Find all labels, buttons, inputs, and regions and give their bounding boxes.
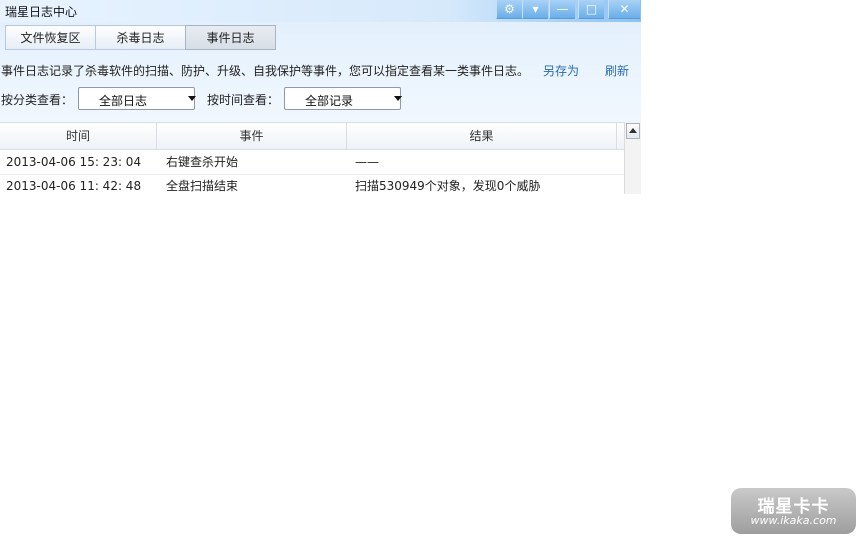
category-select[interactable]: 全部日志 (78, 87, 196, 110)
maximize-icon: □ (585, 2, 598, 16)
save-as-link[interactable]: 另存为 (543, 62, 579, 79)
close-button[interactable]: ✕ (608, 0, 640, 19)
time-filter-label: 按时间查看： (207, 93, 280, 107)
window-title: 瑞星日志中心 (5, 5, 78, 19)
time-select[interactable]: 全部记录 (284, 87, 402, 110)
event-log-description: 事件日志记录了杀毒软件的扫描、防护、升级、自我保护等事件，您可以指定查看某一类事… (1, 64, 530, 78)
tab-event-log[interactable]: 事件日志 (185, 25, 276, 50)
minimize-icon: — (556, 2, 569, 16)
refresh-link[interactable]: 刷新 (605, 62, 629, 79)
chevron-up-icon (629, 128, 637, 133)
column-header-event[interactable]: 事件 (157, 123, 347, 149)
minimize-button[interactable]: — (549, 0, 575, 19)
category-filter-label: 按分类查看： (1, 93, 74, 107)
settings-icon: ⚙ (504, 2, 515, 16)
row-event: 全盘扫描结束 (166, 179, 239, 193)
scroll-up-button[interactable] (626, 123, 640, 139)
close-icon: ✕ (619, 2, 630, 16)
title-bar[interactable]: 瑞星日志中心 ⚙ ▾ — □ ✕ (0, 0, 641, 22)
time-select-value: 全部记录 (305, 94, 354, 108)
row-time: 2013-04-06 11: 42: 48 (6, 179, 142, 193)
category-select-value: 全部日志 (99, 94, 148, 108)
tab-antivirus-log[interactable]: 杀毒日志 (95, 25, 185, 50)
row-result: 扫描530949个对象，发现0个威胁 (355, 179, 541, 193)
menu-button[interactable]: ▾ (522, 0, 548, 19)
menu-icon: ▾ (532, 2, 539, 16)
event-log-table: 时间 事件 结果 2013-04-06 15: 23: 04 右键查杀开始 ——… (0, 122, 624, 194)
tab-bar: 文件恢复区 杀毒日志 事件日志 (5, 25, 276, 50)
table-row[interactable]: 2013-04-06 15: 23: 04 右键查杀开始 —— (0, 150, 624, 175)
tab-file-recovery[interactable]: 文件恢复区 (5, 25, 95, 50)
table-header: 时间 事件 结果 (0, 123, 624, 150)
maximize-button[interactable]: □ (578, 0, 604, 19)
column-header-result[interactable]: 结果 (347, 123, 617, 149)
table-row[interactable]: 2013-04-06 11: 42: 48 全盘扫描结束 扫描530949个对象… (0, 174, 624, 194)
watermark-url: www.ikaka.com (750, 514, 837, 527)
row-time: 2013-04-06 15: 23: 04 (6, 155, 142, 169)
row-event: 右键查杀开始 (166, 155, 239, 169)
table-scrollbar[interactable] (624, 122, 641, 194)
column-header-time[interactable]: 时间 (0, 123, 157, 149)
log-center-window: 瑞星日志中心 ⚙ ▾ — □ ✕ 文件恢复区 杀毒日志 事件日志 事件日志记录了… (0, 0, 641, 194)
settings-button[interactable]: ⚙ (496, 0, 522, 19)
row-result: —— (355, 155, 379, 169)
ikaka-watermark-logo: 瑞星卡卡 www.ikaka.com (731, 488, 856, 534)
